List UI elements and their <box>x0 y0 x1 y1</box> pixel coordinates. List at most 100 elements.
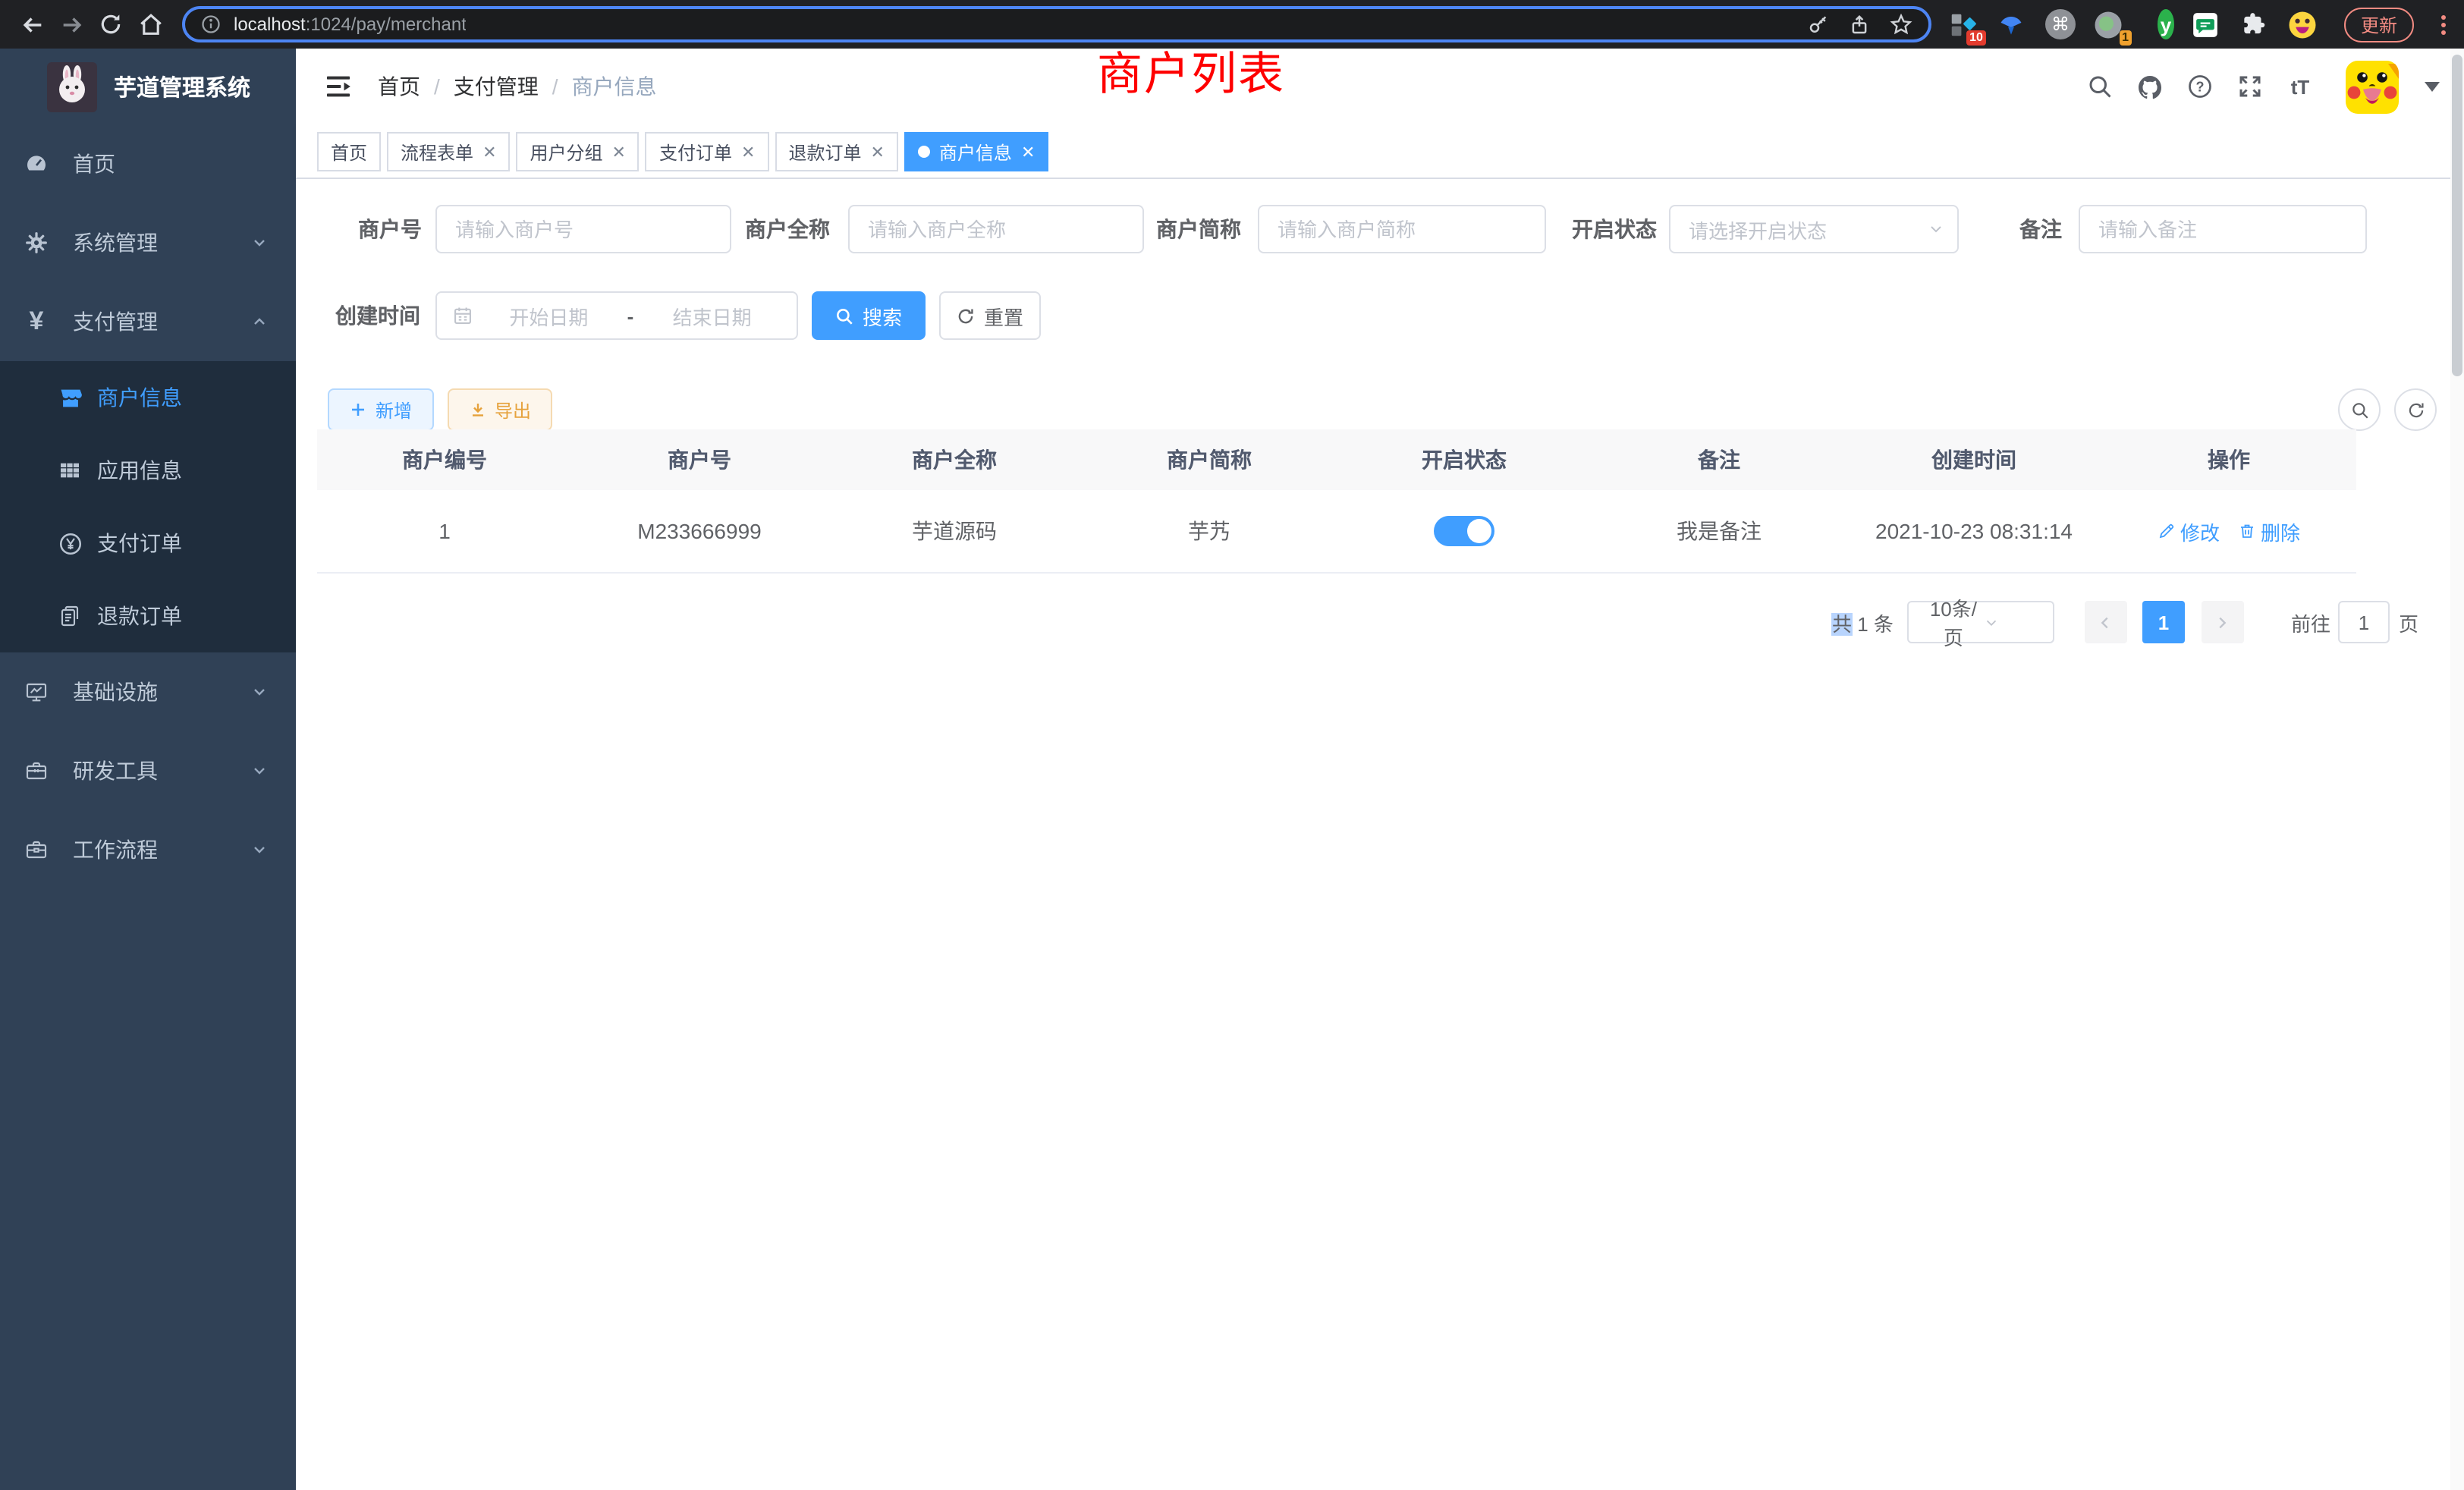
cell-short-name: 芋艿 <box>1082 490 1337 572</box>
column-header: 商户号 <box>572 429 827 490</box>
scrollbar-thumb[interactable] <box>2452 55 2462 376</box>
sidebar-item-app-info[interactable]: 应用信息 <box>0 434 296 507</box>
breadcrumb-pay[interactable]: 支付管理 <box>454 71 539 102</box>
column-header: 操作 <box>2101 429 2356 490</box>
sidebar-item-home[interactable]: 首页 <box>0 124 296 203</box>
add-button[interactable]: 新增 <box>328 388 434 431</box>
tab-process-form[interactable]: 流程表单✕ <box>387 132 510 171</box>
app-title: 芋道管理系统 <box>114 71 250 102</box>
browser-forward-button[interactable] <box>52 5 91 44</box>
extension-emoji-icon[interactable] <box>2286 8 2320 41</box>
breadcrumb-home[interactable]: 首页 <box>378 71 420 102</box>
next-page-button[interactable] <box>2202 601 2244 643</box>
refresh-button[interactable] <box>2394 388 2437 431</box>
close-icon[interactable]: ✕ <box>482 142 496 162</box>
extension-grid-icon[interactable]: 10 <box>1947 8 1980 41</box>
full-name-input[interactable] <box>848 205 1144 253</box>
sidebar-item-merchant-info[interactable]: 商户信息 <box>0 361 296 434</box>
reset-button-label: 重置 <box>984 301 1023 330</box>
goto-page-input[interactable] <box>2338 601 2390 643</box>
merchant-no-input[interactable] <box>435 205 731 253</box>
create-time-range-picker[interactable]: 开始日期 - 结束日期 <box>435 291 798 340</box>
font-size-icon[interactable]: tT <box>2286 73 2314 100</box>
browser-reload-button[interactable] <box>91 5 130 44</box>
edit-button[interactable]: 修改 <box>2158 517 2220 545</box>
browser-update-button[interactable]: 更新 <box>2344 7 2414 42</box>
sidebar-item-workflow[interactable]: 工作流程 <box>0 810 296 889</box>
tab-pay-order[interactable]: 支付订单✕ <box>646 132 768 171</box>
column-header: 商户简称 <box>1082 429 1337 490</box>
site-info-icon[interactable] <box>200 14 222 35</box>
sidebar-item-system[interactable]: 系统管理 <box>0 203 296 282</box>
page-size-select[interactable]: 10条/页 <box>1907 601 2054 643</box>
close-icon[interactable]: ✕ <box>1021 142 1035 162</box>
sidebar-collapse-icon[interactable] <box>323 71 354 102</box>
browser-menu-icon[interactable] <box>2441 14 2446 34</box>
remark-input[interactable] <box>2079 205 2367 253</box>
address-bar[interactable]: localhost:1024/pay/merchant <box>182 6 1931 42</box>
chevron-down-icon <box>250 762 269 780</box>
tab-refund-order[interactable]: 退款订单✕ <box>775 132 897 171</box>
help-icon[interactable]: ? <box>2186 73 2214 100</box>
hide-search-button[interactable] <box>2338 388 2381 431</box>
sidebar-item-label: 系统管理 <box>73 228 158 258</box>
share-icon[interactable] <box>1848 13 1871 36</box>
short-name-input[interactable] <box>1258 205 1546 253</box>
highlighted-char: 共 <box>1832 612 1852 635</box>
caret-down-icon[interactable] <box>2425 81 2440 92</box>
reset-button[interactable]: 重置 <box>939 291 1041 340</box>
search-icon[interactable] <box>2086 73 2114 100</box>
avatar[interactable] <box>2346 60 2399 113</box>
tab-merchant-info[interactable]: 商户信息✕ <box>904 132 1048 171</box>
monitor-icon <box>24 680 49 704</box>
sidebar-item-dev-tools[interactable]: 研发工具 <box>0 731 296 810</box>
extension-profile-icon[interactable]: 1 <box>2092 8 2126 41</box>
extensions-area: 10 ⌘ 1 y 更新 <box>1947 7 2452 42</box>
cell-status <box>1337 490 1592 572</box>
search-button[interactable]: 搜索 <box>812 291 926 340</box>
bookmark-star-icon[interactable] <box>1889 12 1913 36</box>
tab-user-group[interactable]: 用户分组✕ <box>517 132 640 171</box>
total-rest: 1 条 <box>1852 612 1894 635</box>
export-button[interactable]: 导出 <box>448 388 552 431</box>
extension-kite-icon[interactable] <box>1995 8 2029 41</box>
fullscreen-icon[interactable] <box>2236 73 2264 100</box>
browser-back-button[interactable] <box>12 5 52 44</box>
url-path: :1024/pay/merchant <box>306 14 467 35</box>
extension-yudao-icon[interactable]: y <box>2141 8 2174 41</box>
delete-button[interactable]: 删除 <box>2238 517 2300 545</box>
extension-chat-icon[interactable] <box>2189 8 2223 41</box>
extension-badge: 1 <box>2119 30 2132 46</box>
status-select[interactable]: 请选择开启状态 <box>1669 205 1959 253</box>
prev-page-button[interactable] <box>2085 601 2127 643</box>
extensions-puzzle-icon[interactable] <box>2238 8 2271 41</box>
close-icon[interactable]: ✕ <box>612 142 626 162</box>
status-toggle[interactable] <box>1434 516 1494 546</box>
tags-view-bar: 首页 流程表单✕ 用户分组✕ 支付订单✕ 退款订单✕ 商户信息✕ <box>296 124 2464 179</box>
close-icon[interactable]: ✕ <box>870 142 884 162</box>
merchant-no-label: 商户号 <box>317 205 422 253</box>
create-time-label: 创建时间 <box>317 291 420 340</box>
main-area: 首页 / 支付管理 / 商户信息 商户列表 ? <box>296 49 2464 1490</box>
sidebar-item-pay-order[interactable]: 支付订单 <box>0 507 296 580</box>
app-logo[interactable]: 芋道管理系统 <box>0 49 296 124</box>
toggle-knob <box>1467 519 1491 543</box>
browser-home-button[interactable] <box>130 5 170 44</box>
sidebar-item-pay[interactable]: ¥ 支付管理 <box>0 282 296 361</box>
breadcrumb-current: 商户信息 <box>572 71 657 102</box>
sidebar-item-refund-order[interactable]: 退款订单 <box>0 580 296 652</box>
goto-label: 前往 <box>2291 608 2330 637</box>
chevron-up-icon <box>250 313 269 331</box>
page-number-1[interactable]: 1 <box>2142 601 2185 643</box>
navbar-actions: ? tT <box>2086 60 2440 113</box>
close-icon[interactable]: ✕ <box>741 142 755 162</box>
chevron-down-icon <box>250 234 269 252</box>
page-scrollbar[interactable] <box>2450 49 2464 1490</box>
sidebar-item-infra[interactable]: 基础设施 <box>0 652 296 731</box>
extension-command-icon[interactable]: ⌘ <box>2044 8 2077 41</box>
github-icon[interactable] <box>2136 73 2164 100</box>
password-key-icon[interactable] <box>1807 13 1830 36</box>
url-text: localhost:1024/pay/merchant <box>234 14 467 35</box>
merchant-table: 商户编号 商户号 商户全称 商户简称 开启状态 备注 创建时间 操作 1 M23… <box>317 429 2356 574</box>
tab-home[interactable]: 首页 <box>317 132 381 171</box>
